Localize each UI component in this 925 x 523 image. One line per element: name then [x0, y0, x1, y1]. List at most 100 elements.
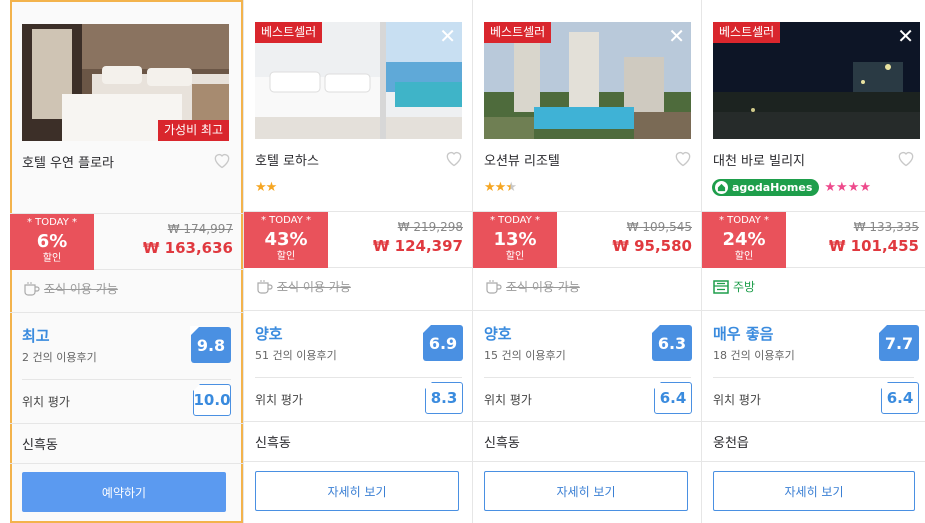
amenity-label: 조식 이용 가능: [44, 282, 118, 296]
discounted-price: ₩ 101,455: [828, 237, 919, 255]
original-price: ₩ 133,335: [853, 220, 919, 234]
location-score: 6.4: [653, 381, 692, 414]
location-score: 6.4: [880, 381, 919, 414]
original-price: ₩ 174,997: [167, 222, 233, 236]
review-section: 양호 15 건의 이용후기 6.3 위치 평가 6.4: [473, 310, 702, 422]
hotel-photo[interactable]: 베스트셀러 ✕: [713, 22, 920, 139]
discounted-price: ₩ 163,636: [142, 239, 233, 257]
hotel-card[interactable]: 베스트셀러 ✕ 호텔 로하스 ★★ * TODAY * 43% 할인 ₩ 219…: [243, 0, 473, 523]
area-name: 신흑동: [22, 438, 58, 453]
divider: [22, 379, 231, 380]
location-label: 위치 평가: [713, 393, 761, 407]
divider: [473, 461, 702, 462]
heart-icon[interactable]: [673, 148, 693, 168]
hotel-card[interactable]: 가성비 최고 호텔 우연 플로라 * TODAY * 6% 할인 ₩ 174,9…: [10, 0, 243, 523]
house-icon: [715, 181, 728, 194]
price-section: * TODAY * 13% 할인 ₩ 109,545 ₩ 95,580: [473, 211, 702, 268]
discount-suffix: 할인: [734, 251, 754, 262]
discount-suffix: 할인: [42, 253, 62, 264]
location-label: 위치 평가: [484, 393, 532, 407]
review-score: 9.8: [190, 326, 231, 363]
close-icon[interactable]: ✕: [897, 26, 914, 46]
amenity: 조식 이용 가능: [484, 278, 580, 295]
review-section: 양호 51 건의 이용후기 6.9 위치 평가 8.3: [244, 310, 473, 422]
bestseller-badge: 베스트셀러: [713, 22, 781, 43]
view-details-button[interactable]: 자세히 보기: [255, 471, 459, 511]
discounted-price: ₩ 95,580: [612, 237, 692, 255]
review-label: 최고: [22, 327, 50, 345]
bestseller-badge: 베스트셀러: [484, 22, 552, 43]
agoda-homes-badge: agodaHomes ★★★★: [712, 179, 871, 196]
area-name: 신흑동: [484, 436, 520, 451]
location-label: 위치 평가: [22, 395, 70, 409]
discount-suffix: 할인: [276, 251, 296, 262]
divider: [713, 377, 914, 378]
divider: [255, 377, 462, 378]
coffee-cup-icon: [24, 281, 40, 296]
amenity-label: 조식 이용 가능: [277, 280, 351, 294]
today-label: * TODAY *: [489, 215, 541, 226]
discount-percent: 24%: [722, 229, 766, 250]
hotel-comparison-list: 가성비 최고 호텔 우연 플로라 * TODAY * 6% 할인 ₩ 174,9…: [0, 0, 925, 523]
kitchen-icon: [713, 279, 729, 294]
review-count[interactable]: 15 건의 이용후기: [484, 347, 566, 363]
hotel-photo[interactable]: 가성비 최고: [22, 24, 229, 141]
review-count[interactable]: 2 건의 이용후기: [22, 349, 97, 365]
divider: [484, 377, 691, 378]
review-label: 양호: [484, 325, 512, 343]
amenity-label: 조식 이용 가능: [506, 280, 580, 294]
view-details-button[interactable]: 자세히 보기: [713, 471, 915, 511]
agoda-homes-label: agodaHomes: [712, 179, 820, 196]
price-section: * TODAY * 43% 할인 ₩ 219,298 ₩ 124,397: [244, 211, 473, 268]
amenity: 주방: [713, 278, 755, 295]
book-button[interactable]: 예약하기: [22, 472, 226, 512]
hotel-photo[interactable]: 베스트셀러 ✕: [255, 22, 462, 139]
review-score: 7.7: [878, 324, 919, 361]
price-section: * TODAY * 6% 할인 ₩ 174,997 ₩ 163,636: [10, 213, 243, 270]
hotel-name[interactable]: 호텔 우연 플로라: [22, 152, 114, 171]
location-score: 10.0: [192, 383, 231, 416]
star-rating: ★★★★: [824, 180, 872, 195]
divider: [244, 461, 473, 462]
coffee-cup-icon: [257, 279, 273, 294]
amenity: 조식 이용 가능: [22, 280, 118, 297]
location-label: 위치 평가: [255, 393, 303, 407]
close-icon[interactable]: ✕: [668, 26, 685, 46]
review-section: 매우 좋음 18 건의 이용후기 7.7 위치 평가 6.4: [702, 310, 925, 422]
star-rating: ★★: [255, 180, 277, 195]
area-name: 웅천읍: [713, 436, 749, 451]
original-price: ₩ 219,298: [397, 220, 463, 234]
review-count[interactable]: 51 건의 이용후기: [255, 347, 337, 363]
heart-icon[interactable]: [212, 150, 232, 170]
hotel-name[interactable]: 호텔 로하스: [255, 150, 319, 169]
discount-badge: * TODAY * 6% 할인: [10, 214, 94, 270]
discount-suffix: 할인: [505, 251, 525, 262]
location-score: 8.3: [424, 381, 463, 414]
bestseller-badge: 베스트셀러: [255, 22, 323, 43]
value-badge: 가성비 최고: [157, 120, 229, 141]
hotel-name[interactable]: 대천 바로 빌리지: [713, 150, 805, 169]
today-label: * TODAY *: [718, 215, 770, 226]
hotel-name[interactable]: 오션뷰 리조텔: [484, 150, 560, 169]
divider: [10, 463, 243, 464]
close-icon[interactable]: ✕: [439, 26, 456, 46]
amenity-label: 주방: [733, 280, 756, 294]
review-label: 양호: [255, 325, 283, 343]
review-section: 최고 2 건의 이용후기 9.8 위치 평가 10.0: [10, 312, 243, 424]
heart-icon[interactable]: [444, 148, 464, 168]
today-label: * TODAY *: [26, 217, 78, 228]
heart-icon[interactable]: [896, 148, 916, 168]
hotel-card[interactable]: 베스트셀러 ✕ 오션뷰 리조텔 ★★★ * TODAY * 13% 할인 ₩ 1…: [472, 0, 702, 523]
review-count[interactable]: 18 건의 이용후기: [713, 347, 795, 363]
coffee-cup-icon: [486, 279, 502, 294]
view-details-button[interactable]: 자세히 보기: [484, 471, 688, 511]
hotel-card[interactable]: 베스트셀러 ✕ 대천 바로 빌리지 agodaHomes ★★★★ * TODA…: [701, 0, 925, 523]
discount-percent: 13%: [493, 229, 537, 250]
discount-percent: 6%: [36, 231, 68, 252]
original-price: ₩ 109,545: [626, 220, 692, 234]
discounted-price: ₩ 124,397: [372, 237, 463, 255]
amenity: 조식 이용 가능: [255, 278, 351, 295]
hotel-photo[interactable]: 베스트셀러 ✕: [484, 22, 691, 139]
area-name: 신흑동: [255, 436, 291, 451]
today-label: * TODAY *: [260, 215, 312, 226]
